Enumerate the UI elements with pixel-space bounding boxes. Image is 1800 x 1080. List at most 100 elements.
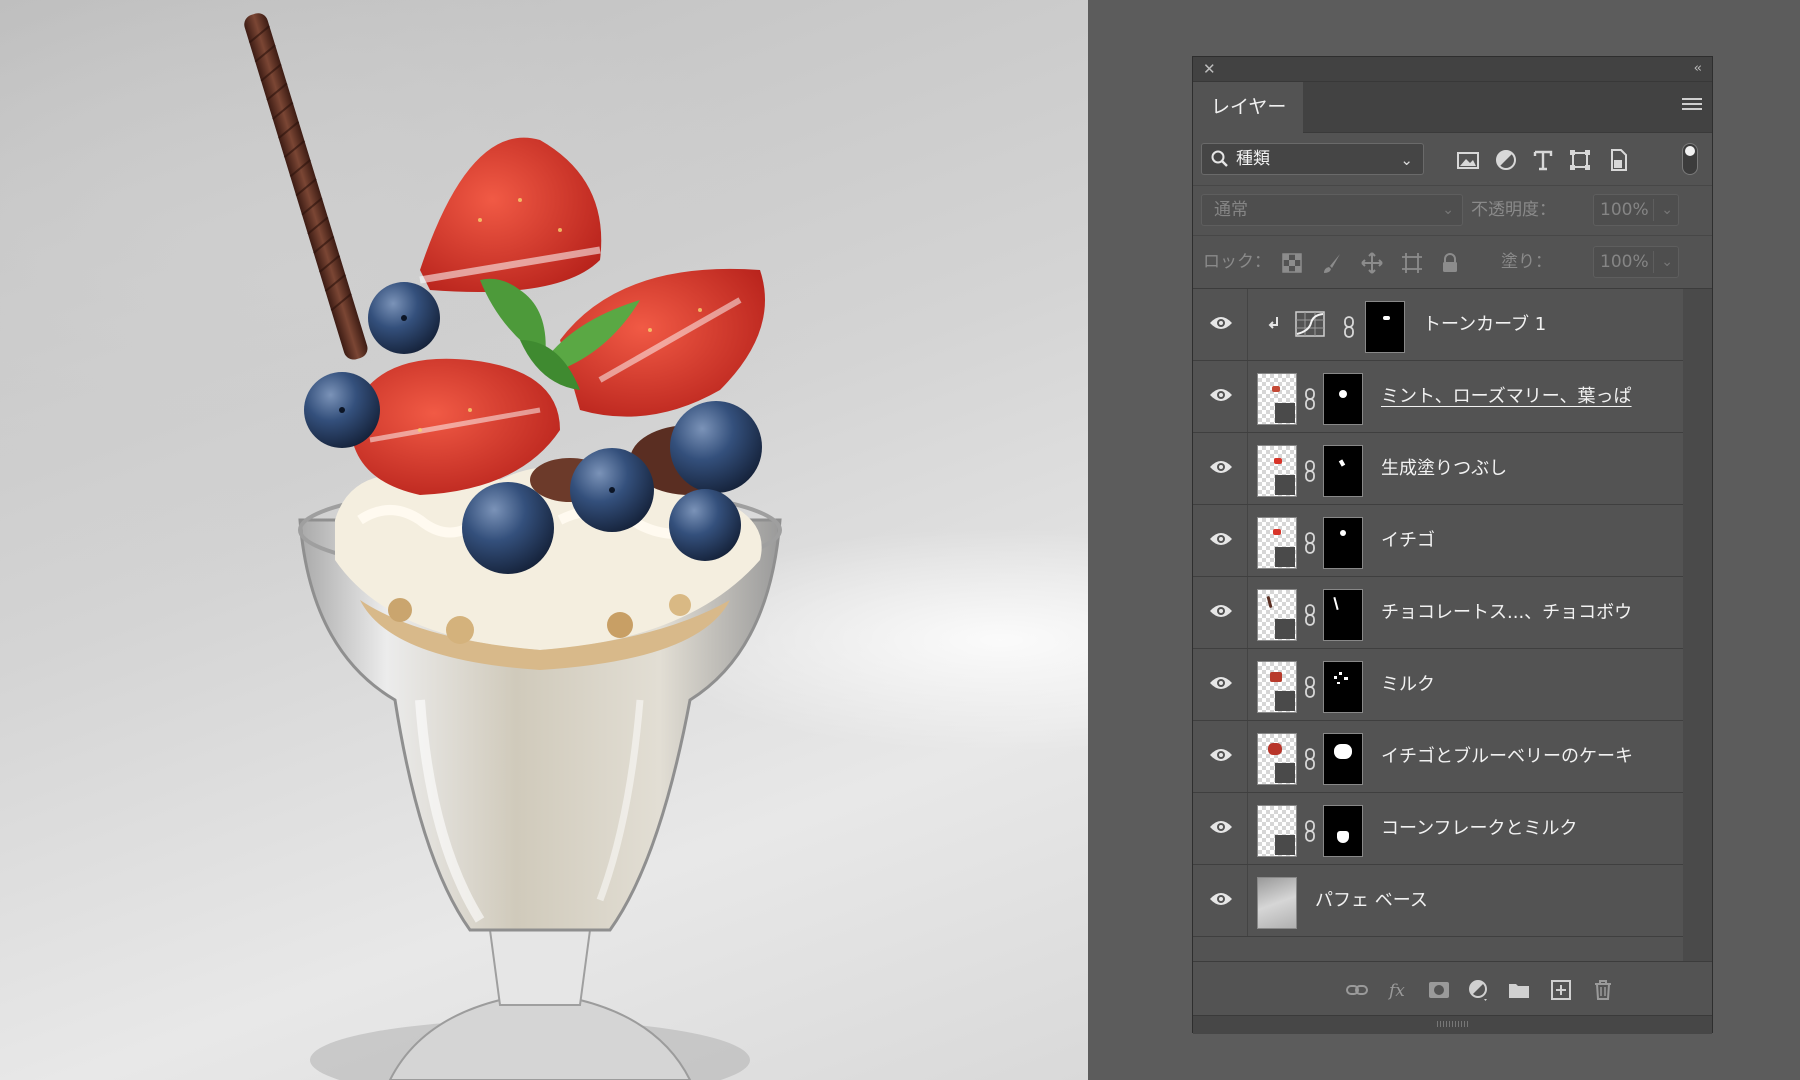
layer-row[interactable]: 生成塗りつぶし [1193,433,1683,505]
delete-layer-icon[interactable] [1591,978,1615,1002]
layer-thumbnail[interactable] [1257,805,1297,857]
layer-mask-thumbnail[interactable] [1323,373,1363,425]
mask-link-icon[interactable] [1304,820,1316,842]
layer-row[interactable]: ミルク [1193,649,1683,721]
add-mask-icon[interactable] [1427,978,1451,1002]
fill-value: 100% [1600,252,1649,272]
layer-mask-thumbnail[interactable] [1323,445,1363,497]
lock-position-icon[interactable] [1361,252,1383,274]
layer-thumbnail[interactable] [1257,733,1297,785]
chevron-down-icon[interactable]: ⌄ [1661,247,1673,277]
link-layers-icon[interactable] [1345,978,1369,1002]
layer-thumbnail[interactable] [1257,589,1297,641]
layer-name[interactable]: ミント、ローズマリー、葉っぱ [1381,361,1632,433]
layer-name[interactable]: コーンフレークとミルク [1381,793,1578,865]
collapse-icon[interactable]: ‹‹ [1694,60,1703,78]
layer-row[interactable]: トーンカーブ 1 [1193,289,1683,361]
layer-name[interactable]: トーンカーブ 1 [1423,289,1546,361]
layer-thumbnail[interactable] [1257,373,1297,425]
visibility-eye-icon[interactable] [1209,891,1233,907]
generative-layer-icon [1275,403,1295,423]
layer-thumbnail[interactable] [1257,661,1297,713]
layer-thumbnail[interactable] [1257,877,1297,929]
layer-mask-thumbnail[interactable] [1323,589,1363,641]
opacity-value: 100% [1600,200,1649,220]
layer-name[interactable]: チョコレートス...、チョコボウ [1381,577,1632,649]
curves-adjustment-icon [1295,311,1325,337]
generative-layer-icon [1275,691,1295,711]
parfait-image [244,13,782,1080]
search-icon [1211,150,1228,167]
visibility-eye-icon[interactable] [1209,315,1233,331]
tab-layers[interactable]: レイヤー [1193,82,1303,133]
new-group-icon[interactable] [1507,978,1531,1002]
mask-link-icon[interactable] [1304,748,1316,770]
layers-panel: ✕ ‹‹ レイヤー 種類 ⌄ 通常 ⌄ 不透明度： 100% ⌄ ロック： 塗り… [1192,56,1713,1034]
layer-mask-thumbnail[interactable] [1365,301,1405,353]
layer-thumbnail[interactable] [1257,445,1297,497]
layer-mask-thumbnail[interactable] [1323,661,1363,713]
lock-all-icon[interactable] [1439,252,1461,274]
visibility-eye-icon[interactable] [1209,819,1233,835]
lock-fill-row: ロック： 塗り： 100% ⌄ [1193,235,1712,289]
generative-layer-icon [1275,547,1295,567]
layer-mask-thumbnail[interactable] [1323,517,1363,569]
layer-row[interactable]: チョコレートス...、チョコボウ [1193,577,1683,649]
opacity-input[interactable]: 100% ⌄ [1593,194,1679,226]
visibility-eye-icon[interactable] [1209,675,1233,691]
layer-list-scrollbar[interactable] [1683,289,1712,961]
blend-mode-select[interactable]: 通常 ⌄ [1201,194,1463,226]
lock-image-pixels-icon[interactable] [1321,252,1343,274]
layer-row[interactable]: ミント、ローズマリー、葉っぱ [1193,361,1683,433]
lock-artboard-icon[interactable] [1401,252,1423,274]
mask-link-icon[interactable] [1304,460,1316,482]
layer-thumbnail[interactable] [1257,517,1297,569]
clipping-arrow-icon [1268,317,1278,329]
visibility-eye-icon[interactable] [1209,459,1233,475]
layer-name[interactable]: イチゴ [1381,505,1435,577]
smart-object-filter-icon[interactable] [1605,147,1631,173]
opacity-label: 不透明度： [1471,200,1556,220]
lock-transparent-pixels-icon[interactable] [1281,252,1303,274]
mask-link-icon[interactable] [1304,676,1316,698]
mask-link-icon[interactable] [1343,316,1355,338]
fill-label: 塗り： [1501,252,1552,272]
fx-icon[interactable]: fx [1387,978,1411,1002]
layer-name[interactable]: 生成塗りつぶし [1381,433,1507,505]
layer-name[interactable]: イチゴとブルーベリーのケーキ [1381,721,1633,793]
visibility-eye-icon[interactable] [1209,387,1233,403]
lock-label: ロック： [1203,252,1271,272]
image-filter-icon[interactable] [1455,147,1481,173]
mask-link-icon[interactable] [1304,388,1316,410]
mask-link-icon[interactable] [1304,532,1316,554]
layer-mask-thumbnail[interactable] [1323,805,1363,857]
fill-input[interactable]: 100% ⌄ [1593,246,1679,278]
new-adjustment-icon[interactable] [1467,978,1491,1002]
panel-menu-icon[interactable] [1682,98,1702,114]
layer-row[interactable]: イチゴとブルーベリーのケーキ [1193,721,1683,793]
layer-row[interactable]: コーンフレークとミルク [1193,793,1683,865]
layer-row[interactable]: パフェ ベース [1193,865,1683,937]
visibility-eye-icon[interactable] [1209,603,1233,619]
filter-kind-select[interactable]: 種類 ⌄ [1201,143,1424,175]
document-canvas[interactable] [0,0,1088,1080]
generative-layer-icon [1275,475,1295,495]
filter-toggle-switch[interactable] [1682,143,1698,175]
mask-link-icon[interactable] [1304,604,1316,626]
chevron-down-icon: ⌄ [1400,151,1413,169]
chevron-down-icon[interactable]: ⌄ [1661,195,1673,225]
close-icon[interactable]: ✕ [1203,60,1216,78]
new-layer-icon[interactable] [1549,978,1573,1002]
layer-name[interactable]: ミルク [1381,649,1435,721]
panel-resize-grip[interactable] [1193,1015,1712,1034]
adjustment-filter-icon[interactable] [1493,147,1519,173]
shape-filter-icon[interactable] [1567,147,1593,173]
panel-tab-bar: レイヤー [1193,82,1712,133]
layer-name[interactable]: パフェ ベース [1315,865,1428,937]
type-filter-icon[interactable] [1530,147,1556,173]
visibility-eye-icon[interactable] [1209,747,1233,763]
visibility-eye-icon[interactable] [1209,531,1233,547]
filter-kind-label: 種類 [1236,149,1270,169]
layer-mask-thumbnail[interactable] [1323,733,1363,785]
layer-row[interactable]: イチゴ [1193,505,1683,577]
